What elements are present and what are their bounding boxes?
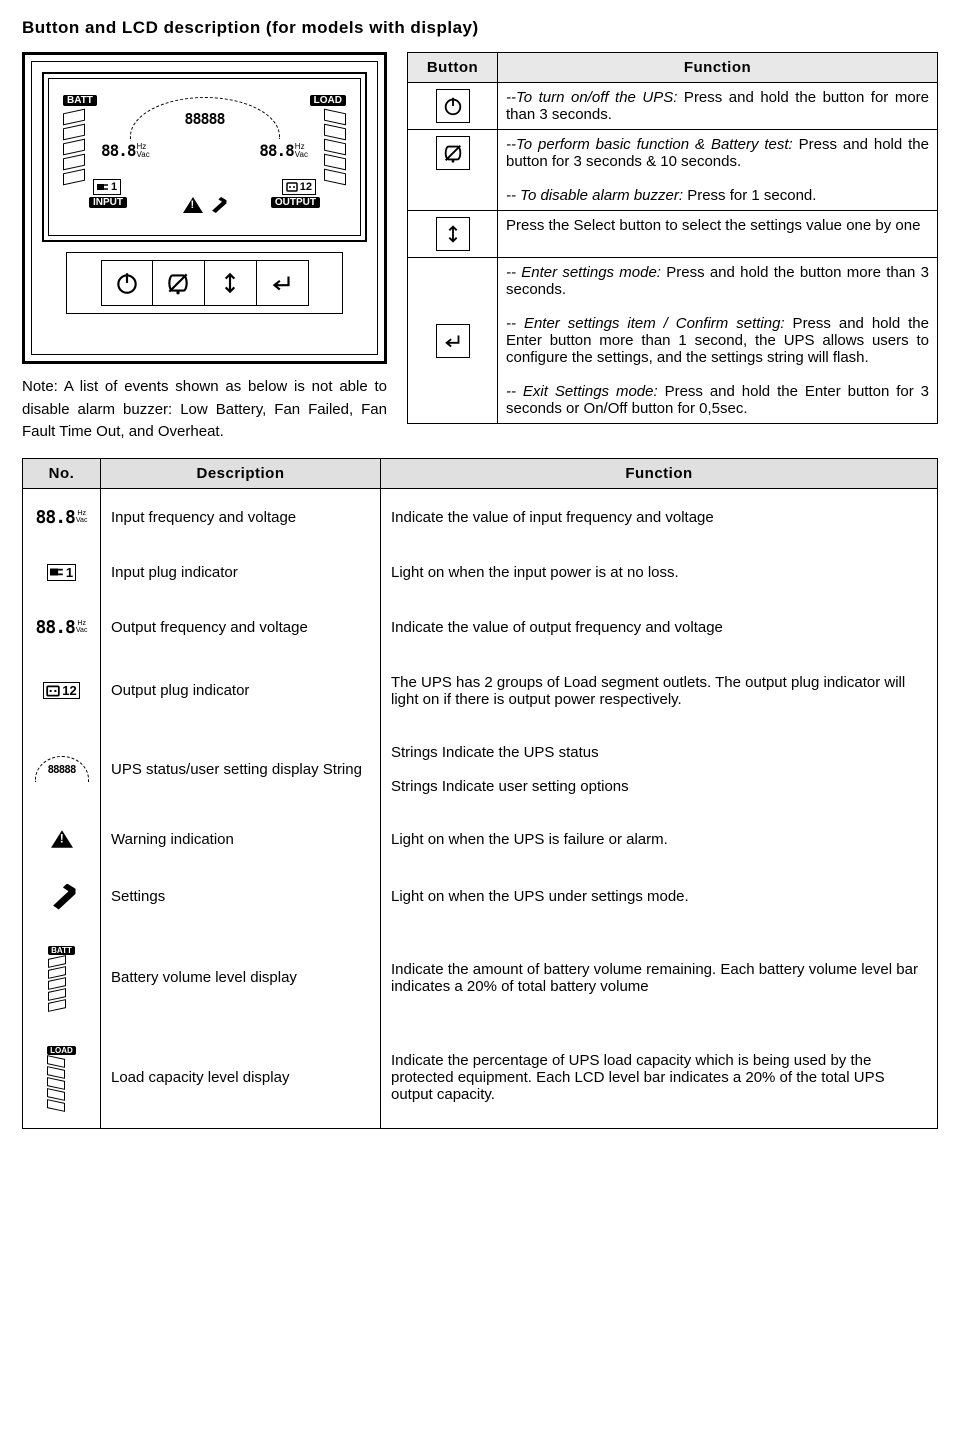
enter-icon bbox=[436, 324, 470, 358]
desc-cell: UPS status/user setting display String bbox=[101, 726, 381, 813]
mute-button[interactable] bbox=[153, 260, 205, 306]
th-desc: Description bbox=[101, 458, 381, 488]
table-row: LOAD Load capacity level display Indicat… bbox=[23, 1028, 938, 1129]
desc-cell: Warning indication bbox=[101, 813, 381, 866]
desc-cell: Output plug indicator bbox=[101, 656, 381, 726]
func-cell: --To turn on/off the UPS: Press and hold… bbox=[498, 83, 938, 130]
output-label: OUTPUT bbox=[271, 197, 320, 208]
batt-bars bbox=[63, 111, 85, 183]
select-icon bbox=[436, 217, 470, 251]
desc-cell: Settings bbox=[101, 866, 381, 928]
th-no: No. bbox=[23, 458, 101, 488]
load-label: LOAD bbox=[310, 95, 346, 106]
func-cell: -- Enter settings mode: Press and hold t… bbox=[498, 258, 938, 424]
status-string-arc: 88888 bbox=[130, 97, 280, 139]
select-button[interactable] bbox=[205, 260, 257, 306]
top-section: BATT LOAD 88888 88.8 bbox=[22, 52, 938, 444]
table-row: Press the Select button to select the se… bbox=[408, 211, 938, 258]
th-func: Function bbox=[381, 458, 938, 488]
desc-cell: Battery volume level display bbox=[101, 928, 381, 1028]
func-cell: The UPS has 2 groups of Load segment out… bbox=[381, 656, 938, 726]
warning-icon bbox=[183, 197, 203, 213]
button-bar bbox=[66, 252, 343, 314]
func-cell: Indicate the value of output frequency a… bbox=[381, 599, 938, 656]
select-icon bbox=[217, 270, 243, 296]
button-function-table: Button Function --To turn on/off the UPS… bbox=[407, 52, 938, 424]
desc-cell: Input plug indicator bbox=[101, 546, 381, 599]
th-function: Function bbox=[498, 53, 938, 83]
func-cell: Strings Indicate the UPS statusStrings I… bbox=[381, 726, 938, 813]
enter-button[interactable] bbox=[257, 260, 309, 306]
power-button[interactable] bbox=[101, 260, 153, 306]
lcd-description-table: No. Description Function 88.8HzVac Input… bbox=[22, 458, 938, 1129]
input-plug-indicator: 1 bbox=[93, 179, 121, 195]
func-cell: Light on when the UPS is failure or alar… bbox=[381, 813, 938, 866]
func-cell: Light on when the UPS under settings mod… bbox=[381, 866, 938, 928]
wrench-icon bbox=[48, 884, 76, 910]
desc-cell: Output frequency and voltage bbox=[101, 599, 381, 656]
table-row: Warning indication Light on when the UPS… bbox=[23, 813, 938, 866]
table-row: 12 Output plug indicator The UPS has 2 g… bbox=[23, 656, 938, 726]
desc-cell: Load capacity level display bbox=[101, 1028, 381, 1129]
func-cell: Indicate the amount of battery volume re… bbox=[381, 928, 938, 1028]
table-row: 88.8HzVac Input frequency and voltage In… bbox=[23, 488, 938, 546]
table-row: BATT Battery volume level display Indica… bbox=[23, 928, 938, 1028]
func-cell: Indicate the percentage of UPS load capa… bbox=[381, 1028, 938, 1129]
load-level-icon: LOAD bbox=[47, 1046, 76, 1110]
func-cell: Light on when the input power is at no l… bbox=[381, 546, 938, 599]
func-cell: Press the Select button to select the se… bbox=[498, 211, 938, 258]
enter-icon bbox=[269, 270, 295, 296]
output-hzvac: 88.8 Hz Vac bbox=[259, 143, 308, 159]
device-panel-illustration: BATT LOAD 88888 88.8 bbox=[22, 52, 387, 364]
input-plug-icon: 1 bbox=[47, 564, 76, 581]
warning-icon bbox=[33, 831, 90, 847]
table-row: 88.8HzVac Output frequency and voltage I… bbox=[23, 599, 938, 656]
mute-icon bbox=[436, 136, 470, 170]
func-cell: --To perform basic function & Battery te… bbox=[498, 130, 938, 211]
load-bars bbox=[324, 111, 346, 183]
status-string-icon: 88888 bbox=[35, 756, 89, 782]
wrench-icon bbox=[209, 197, 227, 213]
table-row: 1 Input plug indicator Light on when the… bbox=[23, 546, 938, 599]
table-row: 88888 UPS status/user setting display St… bbox=[23, 726, 938, 813]
input-hzvac: 88.8 Hz Vac bbox=[101, 143, 150, 159]
output-plug-indicator: 12 bbox=[282, 179, 316, 195]
hzvac-icon: 88.8HzVac bbox=[36, 507, 88, 528]
power-icon bbox=[114, 270, 140, 296]
hzvac-icon: 88.8HzVac bbox=[36, 617, 88, 638]
batt-label: BATT bbox=[63, 95, 97, 106]
mute-icon bbox=[165, 270, 191, 296]
batt-level-icon: BATT bbox=[48, 946, 75, 1010]
input-label: INPUT bbox=[89, 197, 127, 208]
lcd-screen: BATT LOAD 88888 88.8 bbox=[42, 72, 367, 242]
power-icon bbox=[436, 89, 470, 123]
desc-cell: Input frequency and voltage bbox=[101, 488, 381, 546]
note-text: Note: A list of events shown as below is… bbox=[22, 376, 387, 444]
page-title: Button and LCD description (for models w… bbox=[22, 18, 938, 38]
th-button: Button bbox=[408, 53, 498, 83]
table-row: Settings Light on when the UPS under set… bbox=[23, 866, 938, 928]
table-row: -- Enter settings mode: Press and hold t… bbox=[408, 258, 938, 424]
func-cell: Indicate the value of input frequency an… bbox=[381, 488, 938, 546]
table-row: --To turn on/off the UPS: Press and hold… bbox=[408, 83, 938, 130]
table-row: --To perform basic function & Battery te… bbox=[408, 130, 938, 211]
output-plug-icon: 12 bbox=[43, 682, 79, 699]
